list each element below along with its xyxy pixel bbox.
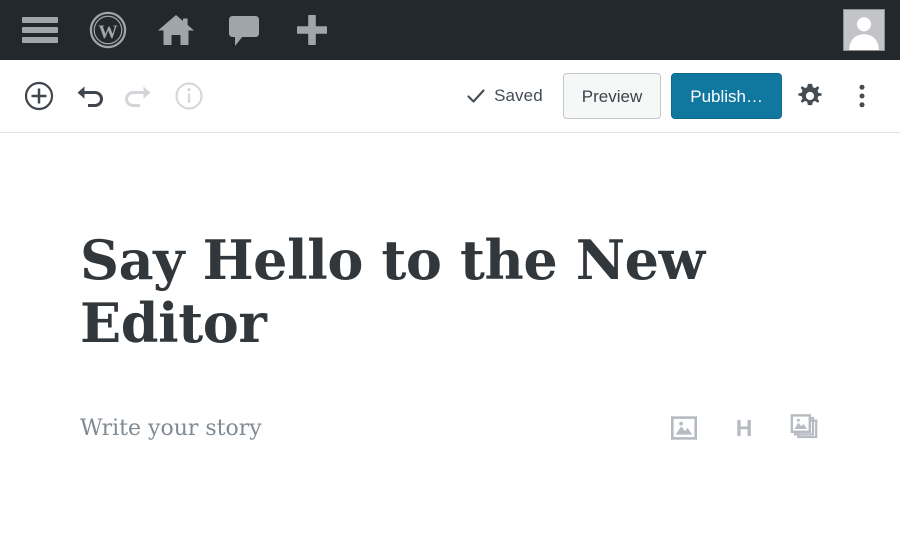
redo-icon: [125, 86, 151, 107]
add-block-button[interactable]: [16, 73, 62, 119]
preview-button[interactable]: Preview: [562, 73, 662, 119]
info-icon: [175, 82, 203, 110]
circle-plus-icon: [24, 81, 54, 111]
admin-account-button[interactable]: [828, 0, 900, 60]
undo-button[interactable]: [66, 73, 112, 119]
admin-bar: W: [0, 0, 900, 60]
check-icon: [467, 89, 485, 103]
post-title-input[interactable]: Say Hello to the New Editor: [80, 133, 820, 354]
save-status-label: Saved: [494, 86, 543, 105]
gallery-block-icon: [790, 414, 818, 439]
redo-button[interactable]: [116, 73, 162, 119]
undo-icon: [77, 86, 103, 107]
info-button[interactable]: [166, 73, 212, 119]
plus-icon: [297, 15, 327, 45]
image-block-icon: [671, 416, 697, 440]
kebab-menu-icon: [859, 84, 865, 108]
comment-icon: [229, 16, 259, 46]
image-block-button[interactable]: [668, 412, 700, 444]
svg-text:W: W: [98, 22, 118, 43]
body-placeholder[interactable]: Write your story: [80, 412, 262, 445]
toolbar-left-group: [16, 73, 212, 119]
block-inserter-shortcuts: H: [668, 412, 820, 444]
avatar: [843, 9, 885, 51]
gear-icon: [798, 83, 822, 106]
editor-canvas: Say Hello to the New Editor Write your s…: [0, 133, 900, 554]
admin-new-button[interactable]: [278, 0, 346, 60]
admin-wordpress-button[interactable]: W: [74, 0, 142, 60]
toolbar-right-group: Saved Preview Publish…: [466, 72, 886, 120]
home-icon: [158, 15, 194, 45]
heading-block-icon: H: [735, 414, 753, 441]
default-block-row: Write your story H: [80, 408, 820, 448]
admin-comments-button[interactable]: [210, 0, 278, 60]
save-status: Saved: [466, 86, 543, 106]
settings-button[interactable]: [786, 72, 834, 120]
menu-icon: [22, 17, 58, 43]
wordpress-icon: W: [89, 11, 127, 49]
admin-home-button[interactable]: [142, 0, 210, 60]
gallery-block-button[interactable]: [788, 412, 820, 444]
more-options-button[interactable]: [838, 72, 886, 120]
heading-block-button[interactable]: H: [728, 412, 760, 444]
admin-menu-button[interactable]: [6, 0, 74, 60]
publish-button[interactable]: Publish…: [671, 73, 782, 119]
editor-toolbar: Saved Preview Publish…: [0, 60, 900, 133]
